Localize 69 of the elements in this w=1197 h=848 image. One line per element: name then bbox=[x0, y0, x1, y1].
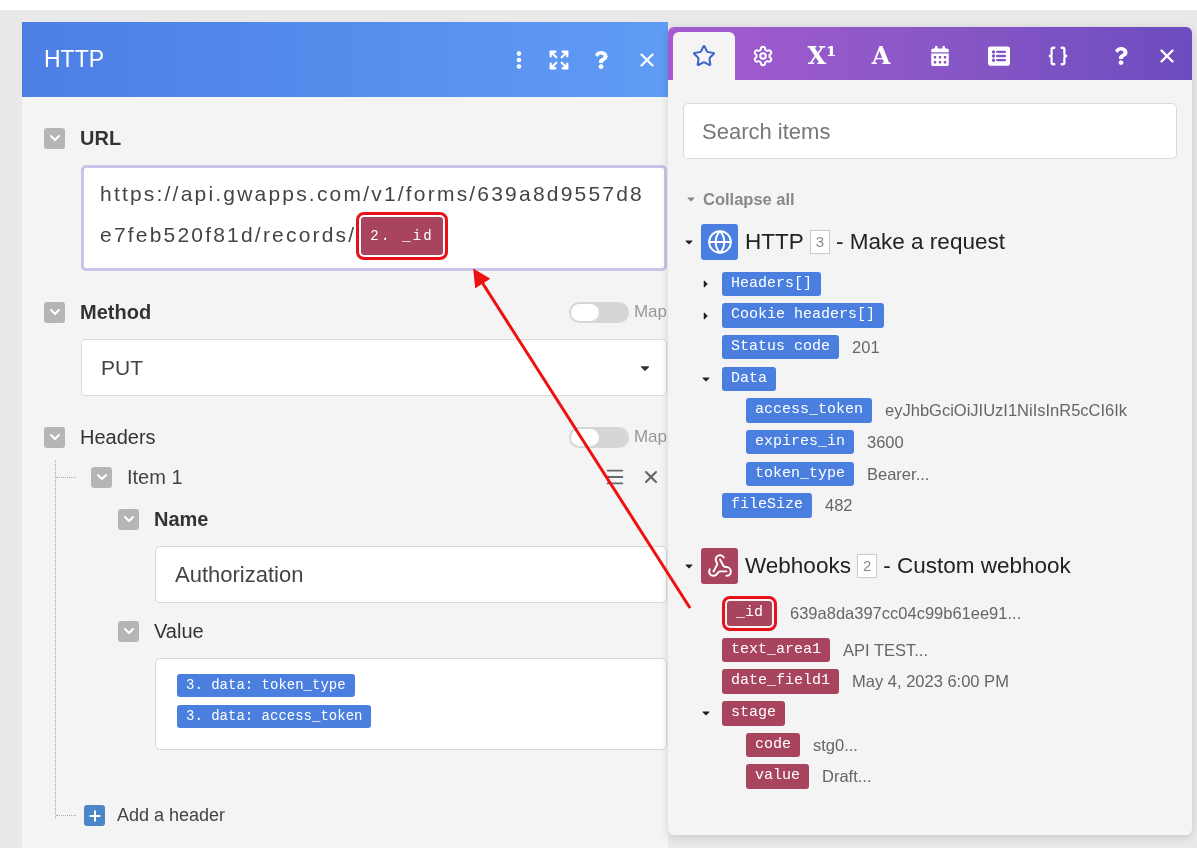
collapse-toggle[interactable] bbox=[91, 466, 112, 488]
mapped-token[interactable]: value bbox=[746, 764, 809, 789]
mapped-token[interactable]: Data bbox=[722, 366, 776, 391]
mapped-token[interactable]: expires_in bbox=[746, 429, 854, 455]
calendar-icon bbox=[930, 46, 950, 66]
item-value: API TEST... bbox=[843, 639, 928, 661]
collapse-all-link[interactable]: Collapse all bbox=[703, 187, 795, 212]
map-switch[interactable] bbox=[568, 301, 629, 323]
module-count: 3 bbox=[809, 229, 831, 254]
module-subtitle: - Custom webhook bbox=[883, 552, 1071, 581]
mapped-token[interactable]: token_type bbox=[746, 461, 854, 487]
item-value: Bearer... bbox=[867, 463, 930, 485]
mapped-token[interactable]: access_token bbox=[746, 398, 873, 423]
star-icon bbox=[692, 44, 716, 68]
item-value: May 4, 2023 6:00 PM bbox=[852, 671, 1009, 693]
item-value: Draft... bbox=[822, 766, 872, 788]
category-tab[interactable] bbox=[673, 32, 735, 80]
braces-icon bbox=[1047, 45, 1069, 67]
field-label: Value bbox=[154, 619, 204, 644]
function-tab[interactable]: X¹ bbox=[791, 32, 853, 80]
map-label: Map bbox=[633, 301, 667, 324]
mapped-token[interactable]: date_field1 bbox=[722, 669, 840, 694]
name-field[interactable]: Authorization bbox=[155, 546, 667, 603]
mapped-token[interactable]: 2. _id bbox=[361, 217, 443, 255]
help-icon[interactable] bbox=[1112, 47, 1130, 65]
item-value: 482 bbox=[825, 495, 853, 517]
mapped-token[interactable]: stage bbox=[722, 701, 785, 726]
mapped-token[interactable]: Cookie headers[] bbox=[722, 303, 885, 328]
item-value: 201 bbox=[852, 336, 880, 358]
mapped-token[interactable]: 3. data: access_token bbox=[177, 705, 372, 728]
field-label: URL bbox=[80, 126, 122, 151]
item-value: 639a8da397cc04c99b61ee91... bbox=[790, 602, 1022, 624]
module-count: 2 bbox=[856, 554, 878, 578]
module-name: HTTP bbox=[745, 227, 804, 256]
mapped-token[interactable]: 3. data: token_type bbox=[177, 674, 355, 697]
collapse-toggle[interactable] bbox=[44, 426, 65, 448]
item-title: Item 1 bbox=[127, 465, 183, 490]
collapse-toggle[interactable] bbox=[44, 127, 65, 149]
mapped-token[interactable]: Status code bbox=[722, 334, 840, 360]
table-icon bbox=[988, 45, 1010, 67]
function-tab[interactable]: A bbox=[850, 32, 912, 80]
item-value: 3600 bbox=[867, 431, 904, 453]
collapse-toggle[interactable] bbox=[118, 508, 139, 530]
expand-icon[interactable] bbox=[548, 48, 570, 71]
gear-icon bbox=[752, 45, 774, 67]
map-switch[interactable] bbox=[568, 426, 629, 448]
collapse-toggle[interactable] bbox=[44, 301, 65, 323]
mapped-token[interactable]: fileSize bbox=[722, 493, 812, 518]
add-header-link[interactable]: Add a header bbox=[117, 802, 226, 829]
field-label: Method bbox=[80, 300, 152, 325]
mapped-token[interactable]: _id bbox=[727, 601, 772, 626]
search-field[interactable]: Search items bbox=[683, 103, 1177, 159]
module-name: Webhooks bbox=[745, 552, 851, 581]
mapped-token[interactable]: code bbox=[746, 732, 800, 758]
collapse-toggle[interactable] bbox=[118, 620, 139, 642]
help-icon[interactable] bbox=[592, 50, 610, 69]
value-field[interactable]: 3. data: token_type 3. data: access_token bbox=[155, 658, 667, 750]
item-value: eyJhbGciOiJIUzI1NiIsInR5cCI6Ik bbox=[885, 400, 1128, 421]
field-label: Headers bbox=[80, 425, 156, 450]
mapped-token[interactable]: Headers[] bbox=[722, 271, 821, 297]
method-select[interactable]: PUT bbox=[81, 339, 667, 396]
url-field[interactable]: https://api.gwapps.com/v1/forms/639a8d9557d8e7feb520f81d/records/ 2. _id bbox=[81, 165, 667, 271]
item-value: stg0... bbox=[813, 734, 858, 756]
module-subtitle: - Make a request bbox=[836, 227, 1005, 256]
module-title: HTTP bbox=[44, 45, 106, 75]
add-icon[interactable] bbox=[84, 805, 105, 826]
mapped-token[interactable]: text_area1 bbox=[722, 637, 830, 663]
field-label: Name bbox=[154, 507, 209, 532]
map-label: Map bbox=[633, 426, 667, 449]
